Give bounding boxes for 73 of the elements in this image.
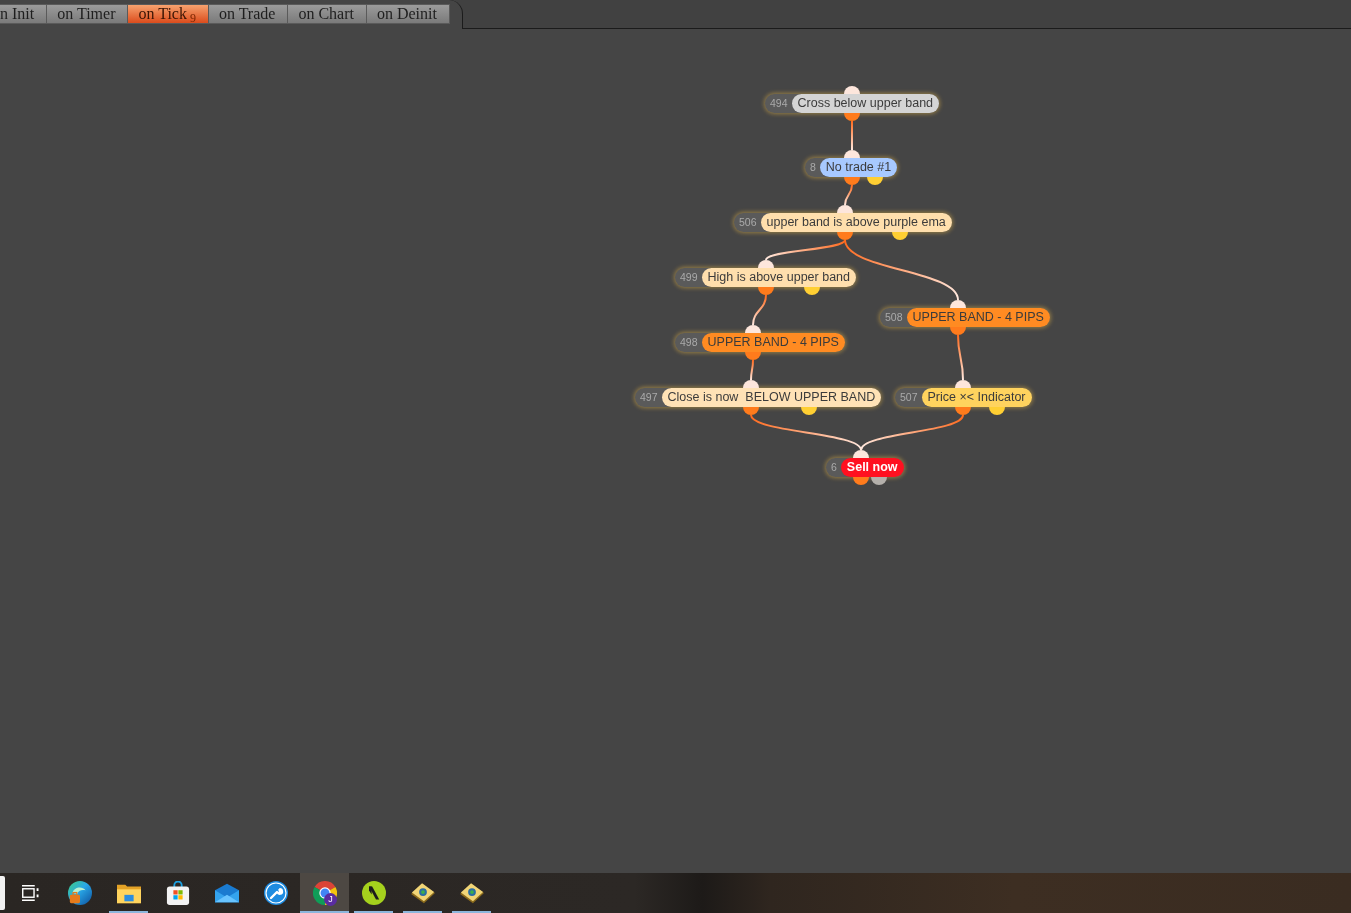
input-port-icon[interactable] (955, 380, 971, 388)
input-port-icon[interactable] (950, 300, 966, 308)
node-number: 497 (639, 390, 659, 405)
task-view-icon (22, 885, 39, 901)
node-number: 499 (679, 270, 699, 285)
node-label: High is above upper band (701, 268, 856, 287)
input-port-icon[interactable] (743, 380, 759, 388)
tab[interactable]: n Init (0, 4, 48, 24)
flow-node[interactable]: 507 Price ×< Indicator (895, 388, 1032, 407)
slash-disc-icon (361, 881, 386, 905)
node-label: Cross below upper band (791, 94, 940, 113)
input-port-icon[interactable] (844, 86, 860, 94)
flow-node[interactable]: 497 Close is now BELOW UPPER BAND (635, 388, 882, 407)
taskbar-button[interactable]: J (300, 873, 349, 913)
tab[interactable]: on Timer (47, 4, 129, 24)
flow-node[interactable]: 506 upper band is above purple ema (734, 213, 952, 232)
envelope-icon (214, 881, 239, 905)
connector-line (844, 184, 853, 206)
output-port-icon[interactable] (745, 352, 761, 360)
output-port-icon[interactable] (801, 407, 817, 415)
output-port-icon[interactable] (892, 232, 908, 240)
output-port-icon[interactable] (867, 177, 883, 185)
node-number: 6 (830, 460, 838, 475)
input-port-icon[interactable] (837, 205, 853, 213)
node-label: UPPER BAND - 4 PIPS (906, 308, 1050, 327)
flow-node[interactable]: 494 Cross below upper band (765, 94, 940, 113)
tab[interactable]: on Chart (288, 4, 367, 24)
node-number: 494 (769, 96, 789, 111)
connector-line (750, 359, 754, 381)
input-port-icon[interactable] (745, 325, 761, 333)
output-port-icon[interactable] (950, 327, 966, 335)
flow-node[interactable]: 6 Sell now (826, 458, 904, 477)
output-port-icon[interactable] (743, 407, 759, 415)
output-port-icon[interactable] (844, 177, 860, 185)
output-port-icon[interactable] (989, 407, 1005, 415)
connector-line (752, 294, 767, 326)
input-port-icon[interactable] (758, 260, 774, 268)
tab-count: 9 (189, 11, 196, 25)
node-number: 498 (679, 335, 699, 350)
node-label: Close is now BELOW UPPER BAND (661, 388, 882, 407)
flow-node[interactable]: 498 UPPER BAND - 4 PIPS (675, 333, 845, 352)
search-field[interactable] (0, 876, 5, 910)
node-number: 8 (809, 160, 817, 175)
tab[interactable]: on Deinit (366, 4, 450, 24)
connector-line (957, 334, 964, 381)
output-port-icon[interactable] (853, 477, 869, 485)
node-number: 506 (738, 215, 758, 230)
wrench-icon (263, 881, 288, 905)
node-label: Price ×< Indicator (921, 388, 1032, 407)
connector-line (851, 120, 853, 151)
node-label: No trade #1 (819, 158, 898, 177)
book-icon (410, 881, 435, 905)
output-port-icon[interactable] (758, 287, 774, 295)
output-port-icon[interactable] (844, 113, 860, 121)
node-label: upper band is above purple ema (760, 213, 952, 232)
node-label: Sell now (840, 458, 904, 477)
output-port-icon[interactable] (955, 407, 971, 415)
swirl-briefcase-icon (67, 881, 92, 905)
input-port-icon[interactable] (853, 450, 869, 458)
book-icon (459, 881, 484, 905)
tab[interactable]: on Trade (208, 4, 289, 24)
output-port-icon[interactable] (804, 287, 820, 295)
output-port-icon[interactable] (871, 477, 887, 485)
flow-node[interactable]: 508 UPPER BAND - 4 PIPS (880, 308, 1050, 327)
flow-node[interactable]: 499 High is above upper band (675, 268, 856, 287)
node-number: 508 (884, 310, 904, 325)
output-port-icon[interactable] (837, 232, 853, 240)
node-number: 507 (899, 390, 919, 405)
flow-node[interactable]: 8 No trade #1 (805, 158, 898, 177)
shopping-bag-icon (165, 881, 190, 905)
tab[interactable]: on Tick $_{9}$ (128, 4, 209, 24)
input-port-icon[interactable] (844, 150, 860, 158)
node-label: UPPER BAND - 4 PIPS (701, 333, 845, 352)
